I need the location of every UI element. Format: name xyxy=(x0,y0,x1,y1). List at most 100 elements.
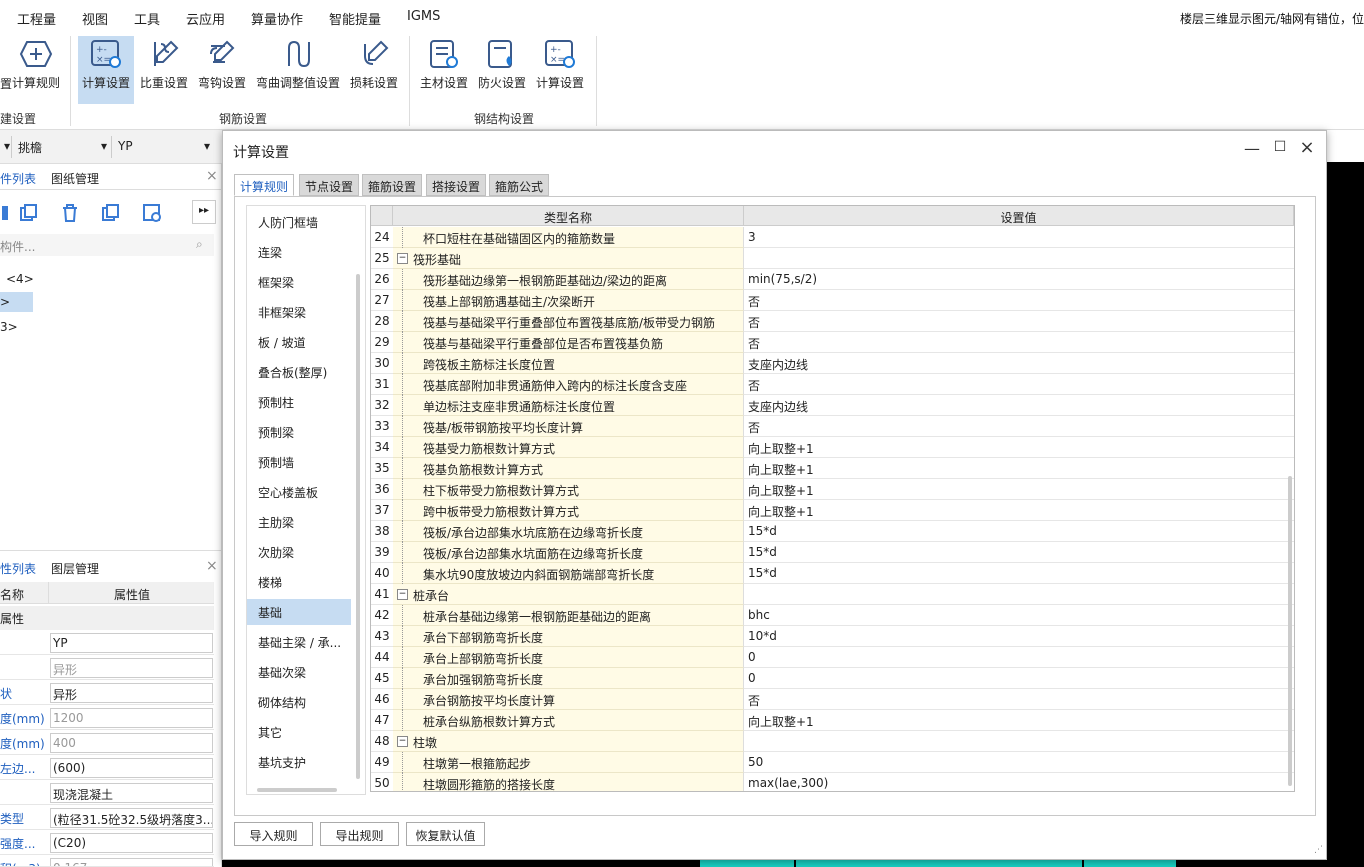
prop-value[interactable]: 现浇混凝土 xyxy=(50,783,213,803)
category-item[interactable]: 主肋梁 xyxy=(247,509,351,535)
prop-value[interactable]: 1200 xyxy=(50,708,213,728)
tree-item-selected[interactable]: > xyxy=(0,292,33,312)
setting-value[interactable]: 0 xyxy=(744,647,1294,668)
more-button[interactable]: ▸▸ xyxy=(192,200,216,224)
category-item[interactable]: 空心楼盖板 xyxy=(247,479,351,505)
setting-value[interactable]: 0 xyxy=(744,668,1294,689)
tab-calc-rules[interactable]: 计算规则 xyxy=(234,174,295,196)
fireproof-settings-button[interactable]: 防火设置 xyxy=(475,36,529,104)
setting-value[interactable]: 15*d xyxy=(744,542,1294,563)
tab-component-list[interactable]: 件列表 xyxy=(0,170,36,187)
tab-layer-manager[interactable]: 图层管理 xyxy=(51,560,99,577)
category-item[interactable]: 叠合板(整厚) xyxy=(247,359,351,385)
tab-stirrup-formula[interactable]: 箍筋公式 xyxy=(489,174,550,196)
setting-value[interactable]: 15*d xyxy=(744,563,1294,584)
group-row-name[interactable]: 柱墩 xyxy=(393,731,744,752)
setting-value[interactable]: min(75,s/2) xyxy=(744,269,1294,290)
delete-icon[interactable] xyxy=(59,202,81,224)
duplicate-icon[interactable] xyxy=(100,202,122,224)
restore-defaults-button[interactable]: 恢复默认值 xyxy=(406,822,485,846)
group-row-name[interactable]: 筏形基础 xyxy=(393,248,744,269)
grid-scrollbar[interactable] xyxy=(1288,476,1292,786)
tab-lap-settings[interactable]: 搭接设置 xyxy=(426,174,487,196)
setting-value[interactable]: 否 xyxy=(744,416,1294,437)
setting-value[interactable]: 15*d xyxy=(744,521,1294,542)
component-type-combo[interactable]: 挑檐 ▾ xyxy=(14,136,112,158)
collapse-icon[interactable]: − xyxy=(397,736,408,747)
tree-item[interactable]: 3> xyxy=(0,320,18,334)
setting-value[interactable]: max(lae,300) xyxy=(744,773,1294,791)
close-icon[interactable]: × xyxy=(1297,137,1317,158)
setting-value[interactable]: 10*d xyxy=(744,626,1294,647)
category-item[interactable]: 板 / 坡道 xyxy=(247,329,351,355)
filter-icon[interactable] xyxy=(141,202,163,224)
prop-value[interactable]: 400 xyxy=(50,733,213,753)
maximize-icon[interactable]: ☐ xyxy=(1270,139,1290,155)
setting-value[interactable]: 向上取整+1 xyxy=(744,710,1294,731)
category-item[interactable]: 基坑支护 xyxy=(247,749,351,775)
prop-value[interactable]: (粒径31.5砼32.5级坍落度3... xyxy=(50,808,213,828)
setting-value[interactable]: 否 xyxy=(744,332,1294,353)
steel-calc-settings-button[interactable]: +- ×= 计算设置 xyxy=(533,36,587,104)
weight-settings-button[interactable]: 比重设置 xyxy=(138,36,190,104)
category-item[interactable]: 非框架梁 xyxy=(247,299,351,325)
setting-value[interactable]: 向上取整+1 xyxy=(744,500,1294,521)
material-settings-button[interactable]: 主材设置 xyxy=(417,36,471,104)
copy-icon[interactable] xyxy=(18,202,40,224)
category-item-selected[interactable]: 基础 xyxy=(247,599,351,625)
category-hscrollbar[interactable] xyxy=(257,788,337,792)
prop-value[interactable]: 异形 xyxy=(50,658,213,678)
collapse-icon[interactable]: − xyxy=(397,253,408,264)
calc-rules-button[interactable]: 计算规则 xyxy=(10,36,62,104)
menu-item-quantity[interactable]: 工程量 xyxy=(17,9,56,28)
tree-item[interactable]: <4> xyxy=(6,272,34,286)
minimize-icon[interactable]: — xyxy=(1242,139,1262,158)
setting-value[interactable]: 否 xyxy=(744,374,1294,395)
prop-value[interactable]: (600) xyxy=(50,758,213,778)
category-item[interactable]: 人防门框墙 xyxy=(247,209,351,235)
hook-settings-button[interactable]: 弯钩设置 xyxy=(194,36,250,104)
export-rules-button[interactable]: 导出规则 xyxy=(320,822,399,846)
category-item[interactable]: 预制墙 xyxy=(247,449,351,475)
tab-stirrup-settings[interactable]: 箍筋设置 xyxy=(362,174,423,196)
menu-item-smart[interactable]: 智能提量 xyxy=(329,9,381,28)
category-item[interactable]: 次肋梁 xyxy=(247,539,351,565)
bend-adjust-button[interactable]: 弯曲调整值设置 xyxy=(254,36,342,104)
resize-grip-icon[interactable]: ⋰ xyxy=(1314,845,1323,855)
close-icon[interactable]: × xyxy=(206,558,218,574)
category-item[interactable]: 基础主梁 / 承... xyxy=(247,629,351,655)
prop-value[interactable]: (C20) xyxy=(50,833,213,853)
category-item[interactable]: 基础次梁 xyxy=(247,659,351,685)
setting-value[interactable]: 否 xyxy=(744,290,1294,311)
menu-item-igms[interactable]: IGMS xyxy=(407,9,440,24)
tab-property-list[interactable]: 性列表 xyxy=(0,560,36,577)
loss-settings-button[interactable]: 损耗设置 xyxy=(347,36,401,104)
calc-settings-button[interactable]: +- ×= 计算设置 xyxy=(78,36,134,104)
setting-value[interactable]: 向上取整+1 xyxy=(744,437,1294,458)
setting-value[interactable]: 否 xyxy=(744,311,1294,332)
category-item[interactable]: 砌体结构 xyxy=(247,689,351,715)
category-item[interactable]: 连梁 xyxy=(247,239,351,265)
prop-value[interactable]: YP xyxy=(50,633,213,653)
collapse-icon[interactable]: − xyxy=(397,589,408,600)
setting-value[interactable]: 50 xyxy=(744,752,1294,773)
category-item[interactable]: 框架梁 xyxy=(247,269,351,295)
category-item[interactable]: 其它 xyxy=(247,719,351,745)
tab-drawing-manager[interactable]: 图纸管理 xyxy=(51,170,99,187)
prop-value[interactable]: 异形 xyxy=(50,683,213,703)
tab-node-settings[interactable]: 节点设置 xyxy=(299,174,360,196)
menu-item-cloud[interactable]: 云应用 xyxy=(186,9,225,28)
category-item[interactable]: 预制柱 xyxy=(247,389,351,415)
category-item[interactable]: 预制梁 xyxy=(247,419,351,445)
prop-value[interactable]: 0.167 xyxy=(50,858,213,866)
setting-value[interactable]: 支座内边线 xyxy=(744,353,1294,374)
component-search-input[interactable]: 构件... ⌕ xyxy=(0,234,214,256)
category-item[interactable]: 楼梯 xyxy=(247,569,351,595)
setting-value[interactable]: 支座内边线 xyxy=(744,395,1294,416)
setting-value[interactable]: bhc xyxy=(744,605,1294,626)
setting-value[interactable]: 否 xyxy=(744,689,1294,710)
menu-item-tools[interactable]: 工具 xyxy=(134,9,160,28)
menu-item-view[interactable]: 视图 xyxy=(82,9,108,28)
category-scrollbar[interactable] xyxy=(356,274,360,779)
menu-item-collab[interactable]: 算量协作 xyxy=(251,9,303,28)
